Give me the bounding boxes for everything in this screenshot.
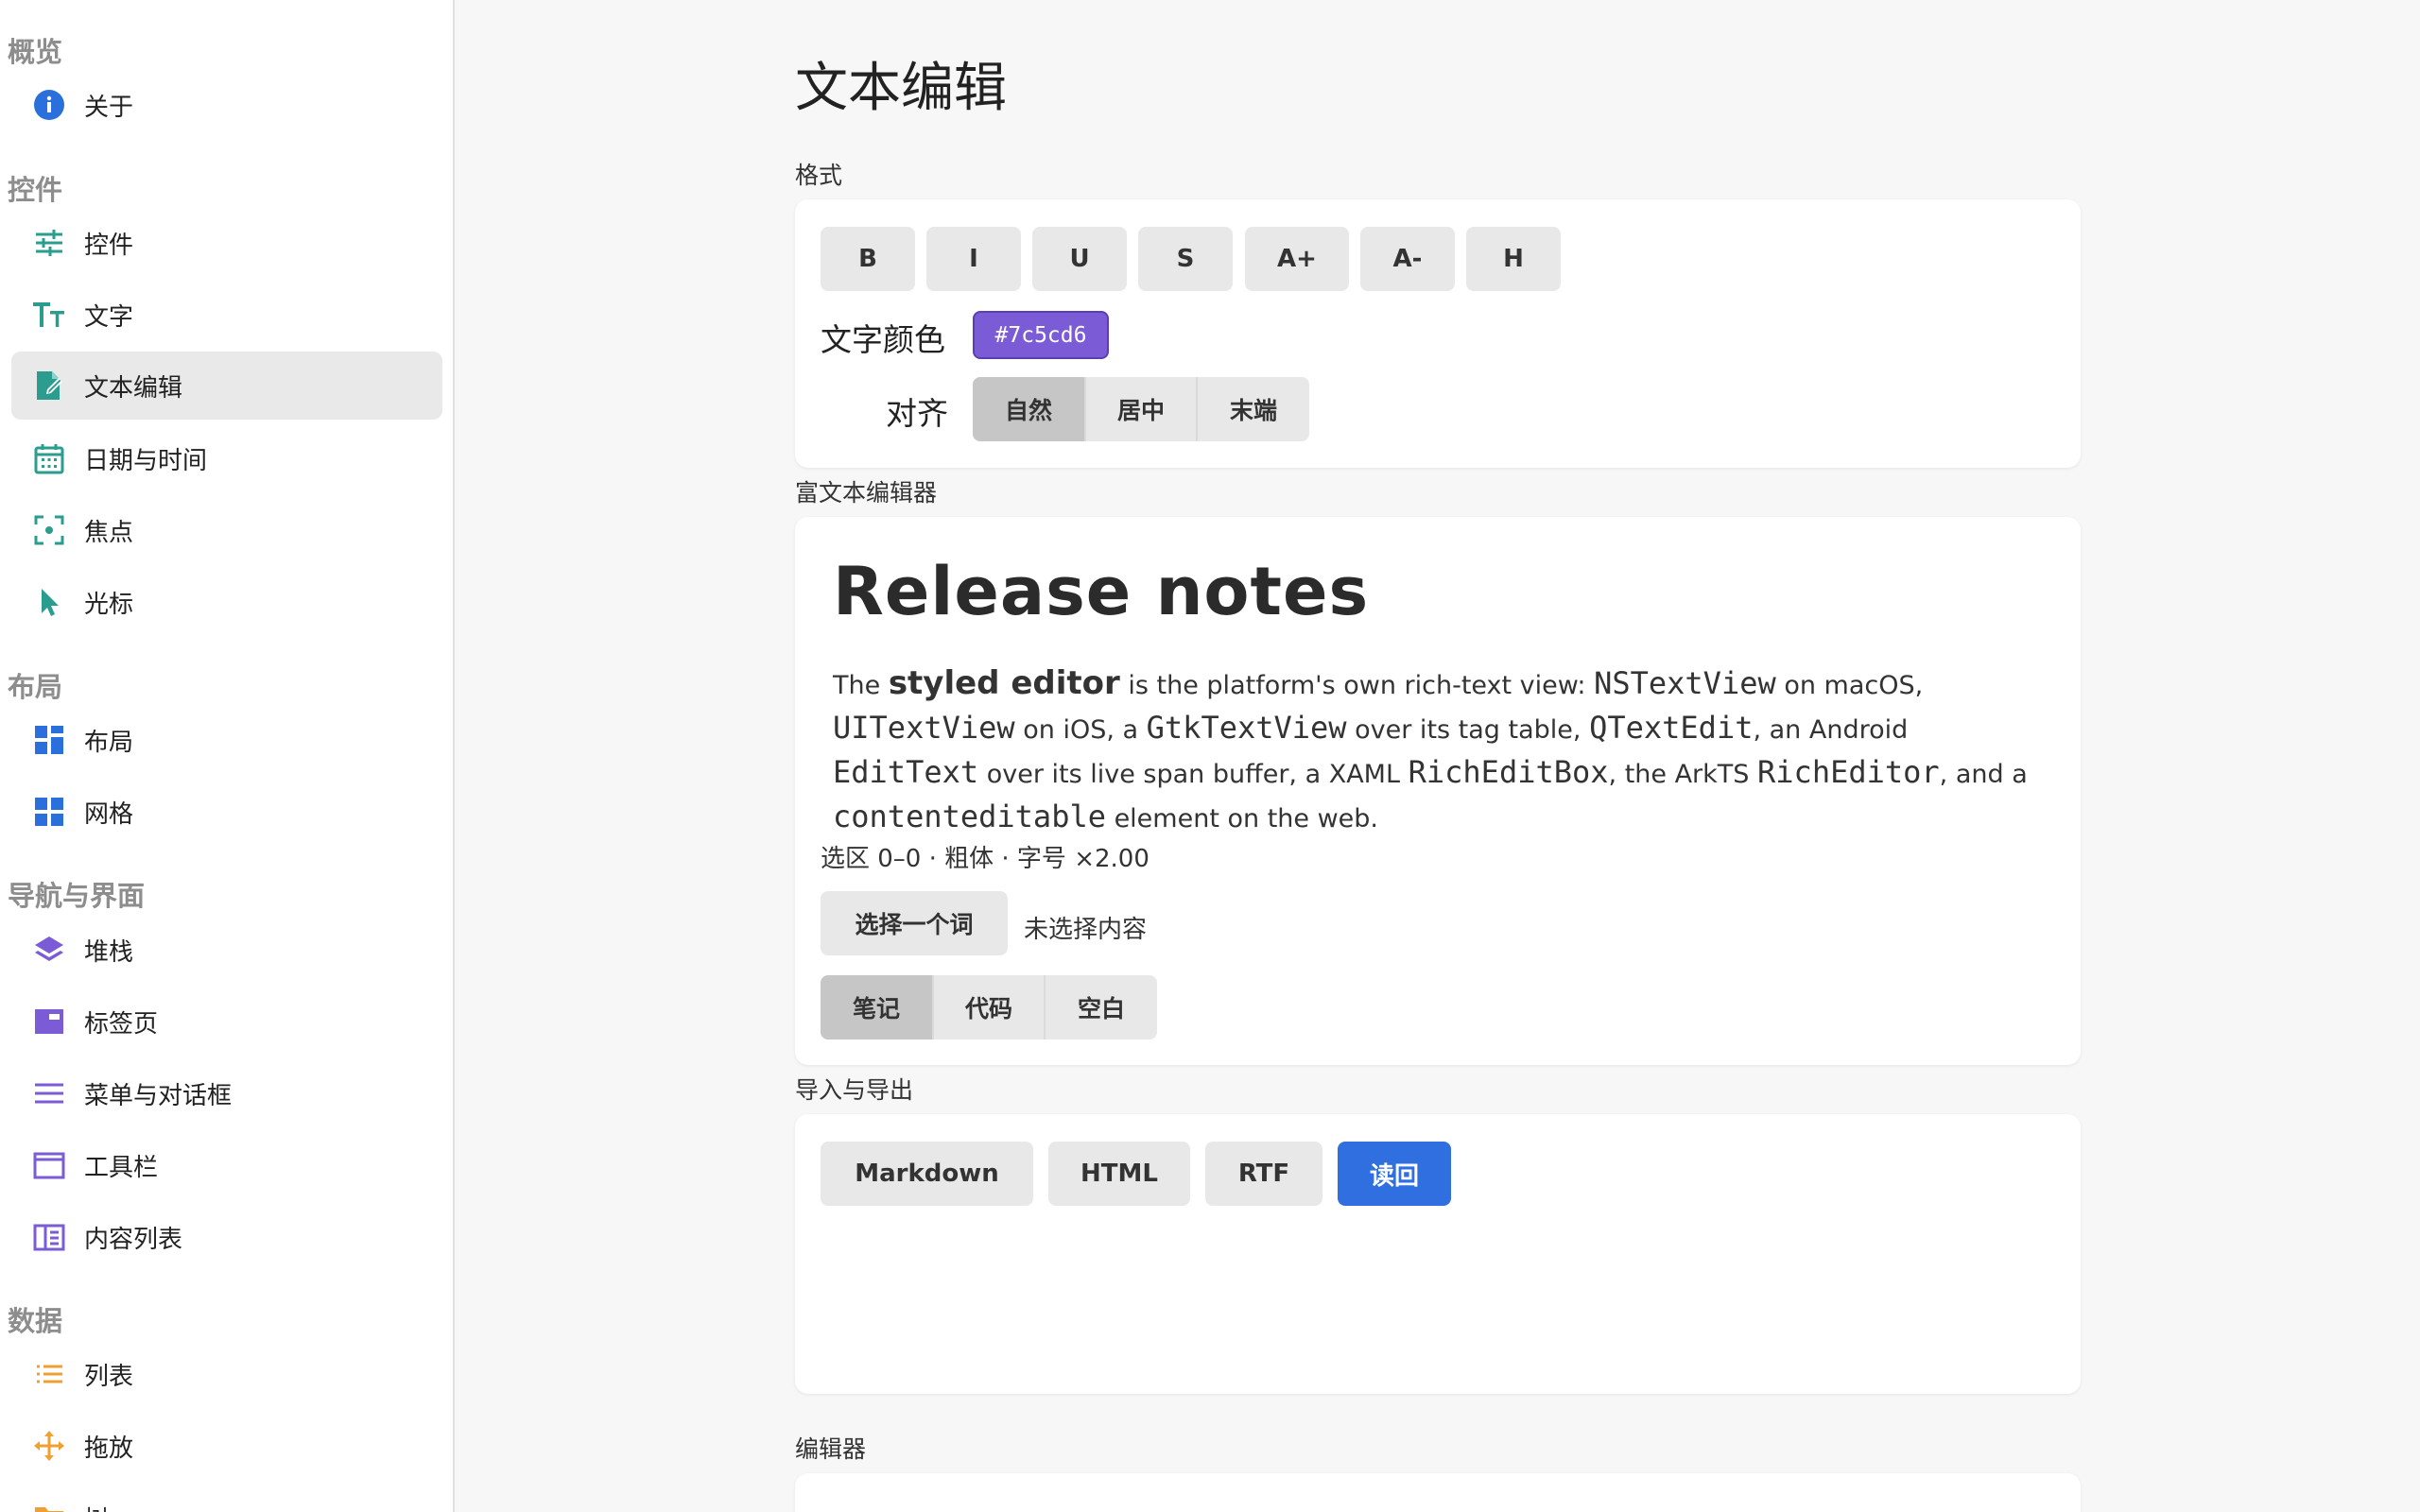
preset-segmented-control: 笔记 代码 空白	[821, 975, 1157, 1040]
section-title-layout: 布局	[8, 671, 63, 703]
text-size-icon	[32, 298, 66, 332]
font-increase-button[interactable]: A+	[1245, 227, 1349, 291]
io-card: Markdown HTML RTF 读回	[795, 1114, 2081, 1394]
edit-document-icon	[32, 369, 66, 403]
sidebar-item-label: 日期与时间	[84, 446, 208, 475]
list-icon	[32, 1357, 66, 1391]
sidebar-item-label: 堆栈	[84, 937, 134, 967]
sidebar-item-label: 光标	[84, 590, 134, 619]
toolbar-icon	[32, 1148, 66, 1182]
sidebar-item-label: 拖放	[84, 1434, 134, 1463]
sidebar-item-toolbar[interactable]: 工具栏	[11, 1131, 442, 1199]
content-list-icon	[32, 1220, 66, 1254]
align-segmented-control: 自然 居中 末端	[973, 377, 1309, 441]
editor-status: 选区 0–0 · 粗体 · 字号 ×2.00	[821, 845, 1150, 873]
sidebar-item-focus[interactable]: 焦点	[11, 496, 442, 564]
sidebar-item-stack[interactable]: 堆栈	[11, 916, 442, 984]
selection-status: 未选择内容	[1024, 916, 1148, 944]
preset-blank-option[interactable]: 空白	[1046, 975, 1157, 1040]
sidebar-item-label: 列表	[84, 1362, 134, 1391]
preset-notes-option[interactable]: 笔记	[821, 975, 934, 1040]
sidebar-item-cursor[interactable]: 光标	[11, 568, 442, 636]
menu-icon	[32, 1076, 66, 1110]
sidebar-item-about[interactable]: 关于	[11, 71, 442, 139]
select-word-button[interactable]: 选择一个词	[821, 891, 1008, 955]
section-title-navigation: 导航与界面	[8, 880, 146, 912]
sidebar-item-tree[interactable]: 树	[11, 1484, 442, 1512]
rtf-export-button[interactable]: RTF	[1205, 1142, 1322, 1206]
sidebar-item-label: 标签页	[84, 1009, 159, 1039]
editor-heading: Release notes	[833, 553, 1370, 630]
section-title-overview: 概览	[8, 36, 63, 68]
align-natural-option[interactable]: 自然	[973, 377, 1086, 441]
highlight-button[interactable]: H	[1466, 227, 1561, 291]
editor-body: The styled editor is the platform's own …	[833, 664, 2028, 834]
sidebar-item-label: 菜单与对话框	[84, 1081, 233, 1110]
sidebar-item-label: 内容列表	[84, 1225, 183, 1254]
focus-icon	[32, 513, 66, 547]
bold-button[interactable]: B	[821, 227, 915, 291]
sidebar-item-controls[interactable]: 控件	[11, 209, 442, 277]
strikethrough-button[interactable]: S	[1138, 227, 1233, 291]
sidebar-item-label: 文字	[84, 302, 134, 332]
readback-button[interactable]: 读回	[1338, 1142, 1451, 1206]
info-icon	[32, 88, 66, 122]
sidebar-item-label: 网格	[84, 799, 134, 829]
calendar-icon	[32, 441, 66, 475]
text-color-picker[interactable]: #7c5cd6	[973, 311, 1109, 359]
sidebar-item-tabs[interactable]: 标签页	[11, 988, 442, 1056]
align-end-option[interactable]: 末端	[1198, 377, 1309, 441]
format-section-label: 格式	[795, 162, 843, 189]
sidebar-item-list[interactable]: 列表	[11, 1340, 442, 1408]
rich-text-editor[interactable]: Release notes The styled editor is the p…	[833, 549, 2052, 842]
format-card: B I U S A+ A- H 文字颜色 #7c5cd6 对齐 自然 居中 末端	[795, 199, 2081, 468]
sidebar-item-drag-drop[interactable]: 拖放	[11, 1412, 442, 1480]
sidebar-item-grid[interactable]: 网格	[11, 778, 442, 846]
rich-editor-section-label: 富文本编辑器	[795, 479, 938, 507]
html-export-button[interactable]: HTML	[1048, 1142, 1190, 1206]
cursor-icon	[32, 585, 66, 619]
editor-section-label: 编辑器	[795, 1435, 867, 1463]
sidebar-item-menus-dialogs[interactable]: 菜单与对话框	[11, 1059, 442, 1127]
folder-icon	[32, 1501, 66, 1512]
align-label: 对齐	[886, 395, 948, 432]
sidebar-item-text-editing[interactable]: 文本编辑	[11, 352, 442, 420]
section-title-data: 数据	[8, 1305, 63, 1337]
rich-editor-card: Release notes The styled editor is the p…	[795, 517, 2081, 1065]
sidebar-item-label: 工具栏	[84, 1153, 159, 1182]
section-title-controls: 控件	[8, 174, 63, 206]
text-color-label: 文字颜色	[821, 321, 945, 358]
editor-card	[795, 1473, 2081, 1512]
sidebar-item-label: 文本编辑	[84, 373, 183, 403]
font-decrease-button[interactable]: A-	[1360, 227, 1455, 291]
underline-button[interactable]: U	[1032, 227, 1127, 291]
tabs-icon	[32, 1005, 66, 1039]
preset-code-option[interactable]: 代码	[934, 975, 1046, 1040]
sidebar-item-content-list[interactable]: 内容列表	[11, 1203, 442, 1271]
sidebar-item-label: 树	[84, 1501, 109, 1512]
sliders-icon	[32, 226, 66, 260]
io-section-label: 导入与导出	[795, 1076, 914, 1104]
page-title: 文本编辑	[795, 58, 1007, 119]
sidebar-item-date-time[interactable]: 日期与时间	[11, 424, 442, 492]
sidebar-item-layout[interactable]: 布局	[11, 706, 442, 774]
sidebar-item-label: 焦点	[84, 518, 134, 547]
sidebar-item-label: 关于	[84, 93, 134, 122]
sidebar-item-text[interactable]: 文字	[11, 281, 442, 349]
markdown-export-button[interactable]: Markdown	[821, 1142, 1033, 1206]
align-center-option[interactable]: 居中	[1086, 377, 1198, 441]
sidebar-item-label: 布局	[84, 728, 134, 757]
stack-icon	[32, 933, 66, 967]
drag-move-icon	[32, 1429, 66, 1463]
sidebar-item-label: 控件	[84, 231, 134, 260]
grid-icon	[32, 795, 66, 829]
layout-icon	[32, 723, 66, 757]
italic-button[interactable]: I	[926, 227, 1021, 291]
sidebar: 概览 关于 控件 控件 文字 文本编辑 日期与时间 焦点 光标 布局 布局 网格…	[0, 0, 455, 1512]
